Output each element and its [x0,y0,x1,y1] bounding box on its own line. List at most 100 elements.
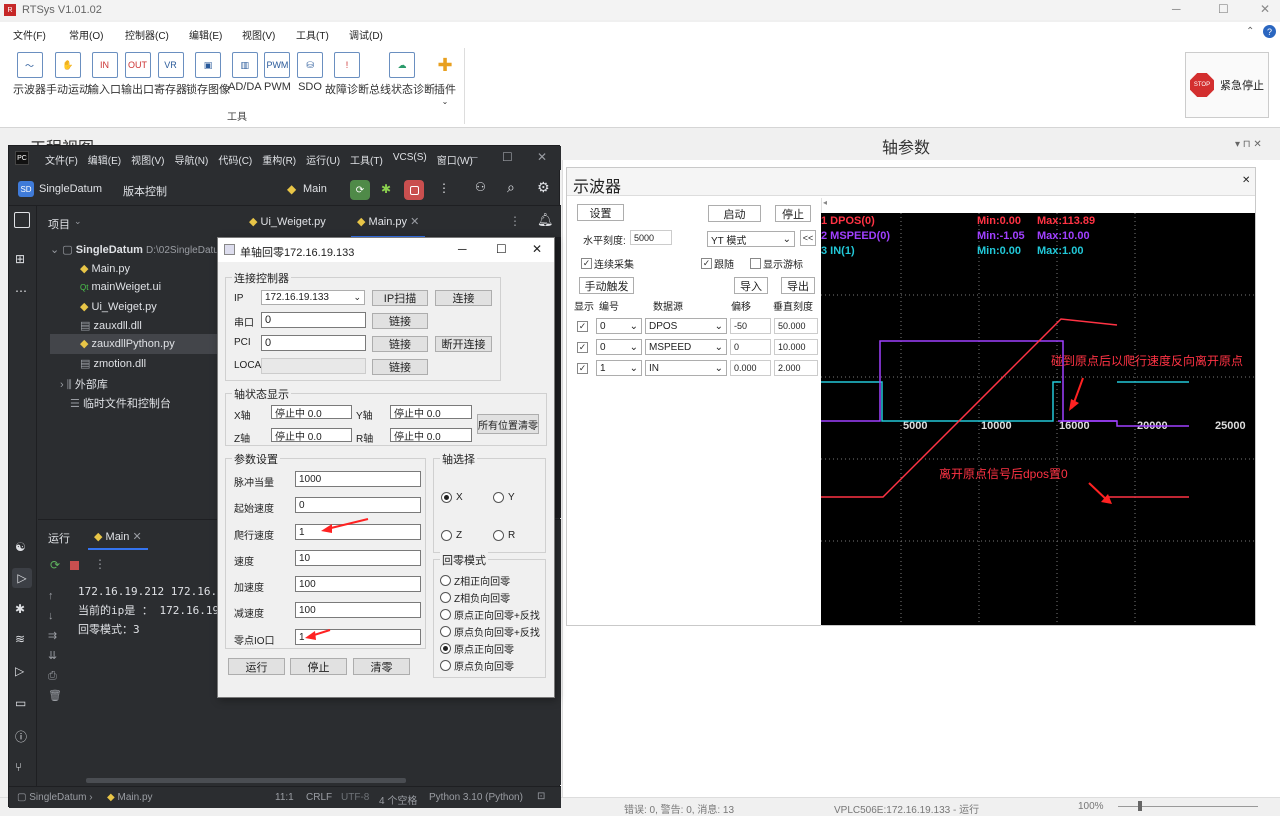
minimize-icon[interactable]: ─ [1172,2,1181,16]
problems-icon[interactable]: ⓘ [15,728,27,745]
run-tool-icon[interactable]: ▷ [12,568,32,588]
git-icon[interactable]: ⑂ [15,760,22,774]
layers-icon[interactable]: ≋ [15,632,25,646]
vcs-widget[interactable]: 版本控制 [123,183,167,199]
print-icon[interactable]: ⎙ [48,666,64,686]
scroll-end-icon[interactable]: ⇊ [48,646,64,666]
tree-item-zauxdll[interactable]: ▤ zauxdll.dll [80,319,142,332]
com-link-button[interactable]: 链接 [372,313,428,329]
follow-checkbox[interactable]: ✓ 跟随 [701,256,734,271]
ip-scan-button[interactable]: IP扫描 [372,290,428,306]
settings-icon[interactable]: ⚙ [537,179,550,196]
pci-link-button[interactable]: 链接 [372,336,428,352]
up-icon[interactable]: ↑ [48,586,64,606]
wrap-icon[interactable]: ⇉ [48,626,64,646]
channel-scale-field[interactable]: 50.000 [774,318,818,334]
pc-menu-tools[interactable]: 工具(T) [350,152,383,167]
run-icon[interactable]: ⟳ [350,180,370,200]
import-button[interactable]: 导入 [734,277,768,294]
collapse-ribbon-icon[interactable]: ⌃ [1246,26,1254,37]
tree-external-libs[interactable]: › ⫼ 外部库 [60,376,108,392]
tabs-more-icon[interactable]: ⋮ [509,214,521,228]
tree-root[interactable]: ⌄ ▢ SingleDatum D:\02SingleDatum [50,243,227,256]
home-mode-option[interactable]: 原点负向回零 [440,658,514,673]
status-interpreter[interactable]: Python 3.10 (Python) [429,792,523,803]
scope-collapse-button[interactable]: << [800,230,816,246]
menu-edit[interactable]: 编辑(E) [189,27,222,42]
structure-icon[interactable]: ⊞ [15,252,25,266]
pc-menu-file[interactable]: 文件(F) [45,152,78,167]
pc-maximize-icon[interactable]: ☐ [502,150,513,164]
home-mode-option[interactable]: 原点正向回零 [440,641,514,656]
tree-item-zauxdllpython[interactable]: ◆ zauxdllPython.py [50,334,240,354]
tree-scratches[interactable]: ☰ 临时文件和控制台 [70,395,171,411]
help-icon[interactable]: ? [1263,25,1276,38]
menu-controller[interactable]: 控制器(C) [125,27,169,42]
project-tool-header[interactable]: 项目 [48,216,70,232]
tab-close-icon[interactable]: ✕ [410,216,419,228]
tab-main[interactable]: ◆ Main.py ✕ [351,206,426,238]
local-field[interactable] [261,358,366,374]
home-mode-option[interactable]: 原点正向回零+反找 [440,607,540,622]
pc-menu-view[interactable]: 视图(V) [131,152,164,167]
pc-menu-edit[interactable]: 编辑(E) [88,152,121,167]
tree-item-zmotion[interactable]: ▤ zmotion.dll [80,357,146,370]
scope-start-button[interactable]: 启动 [708,205,761,222]
axis-radio-r[interactable]: R [493,530,515,541]
status-position[interactable]: 11:1 [275,792,294,803]
disconnect-button[interactable]: 断开连接 [435,336,492,352]
run-tab-main[interactable]: ◆ Main ✕ [88,524,148,550]
panel-pin-icon[interactable]: ▾ ⊓ ✕ [1235,139,1262,150]
more-tools-icon[interactable]: ⋯ [15,284,27,298]
status-encoding[interactable]: UTF-8 [341,792,369,803]
pc-menu-vcs[interactable]: VCS(S) [393,152,427,167]
tool-latch-image[interactable]: ▣ 锁存图像 [186,52,230,97]
tool-diagnose[interactable]: ! 故障诊断 [325,52,369,97]
channel-offset-field[interactable]: 0.000 [730,360,771,376]
tool-bus-diagnose[interactable]: ☁ 总线状态诊断 [369,52,435,97]
channel-source-select[interactable]: DPOS ⌄ [645,318,727,334]
axis-radio-x[interactable]: X [441,492,463,503]
channel-show-checkbox[interactable]: ✓ [577,342,588,353]
axis-radio-z[interactable]: Z [441,530,462,541]
scope-settings-button[interactable]: 设置 [577,204,624,221]
dialog-close-icon[interactable]: ✕ [532,242,542,256]
maximize-icon[interactable]: ☐ [1218,2,1229,16]
stop-button[interactable]: 停止 [290,658,347,675]
tool-pwm[interactable]: PWM PWM [264,52,291,93]
scope-stop-button[interactable]: 停止 [775,205,811,222]
run-more-icon[interactable]: ⋮ [94,557,106,571]
dialog-maximize-icon[interactable]: ☐ [496,242,507,256]
tool-adda[interactable]: ▥ AD/DA [228,52,262,93]
home-mode-option[interactable]: Z相负向回零 [440,590,510,605]
channel-scale-field[interactable]: 2.000 [774,360,818,376]
channel-show-checkbox[interactable]: ✓ [577,321,588,332]
rerun-icon[interactable]: ⟳ [50,558,60,572]
tool-output[interactable]: OUT 输出口 [121,52,154,97]
tool-plugins[interactable]: ✚ 插件 ⌄ [432,52,458,106]
menu-view[interactable]: 视图(V) [242,27,275,42]
crumb-project[interactable]: ▢ SingleDatum › [17,792,93,803]
close-icon[interactable]: ✕ [1260,2,1270,16]
channel-number-select[interactable]: 0 ⌄ [596,339,642,355]
manual-trigger-button[interactable]: 手动触发 [579,277,634,294]
tree-item-uiweiget[interactable]: ◆ Ui_Weiget.py [80,300,157,313]
scope-close-icon[interactable]: ✕ [1242,175,1250,186]
pc-menu-code[interactable]: 代码(C) [218,152,252,167]
trash-icon[interactable]: 🗑︎ [48,686,64,706]
ip-select[interactable]: 172.16.19.133 ⌄ [261,290,365,305]
debug-tool-icon[interactable]: ✱ [15,602,25,616]
lock-icon[interactable]: ⊡ [537,791,545,802]
param-field[interactable]: 1000 [295,471,421,487]
down-icon[interactable]: ↓ [48,606,64,626]
channel-source-select[interactable]: IN ⌄ [645,360,727,376]
channel-offset-field[interactable]: -50 [730,318,771,334]
connect-button[interactable]: 连接 [435,290,492,306]
project-switcher[interactable]: SingleDatum [39,183,102,195]
tool-manual-motion[interactable]: ✋ 手动运动 [46,52,90,97]
crumb-file[interactable]: ◆ Main.py [107,792,153,803]
mode-select[interactable]: YT 模式 ⌄ [707,231,795,247]
channel-source-select[interactable]: MSPEED ⌄ [645,339,727,355]
notifications-icon[interactable]: 🔔︎ [537,212,554,228]
channel-show-checkbox[interactable]: ✓ [577,363,588,374]
